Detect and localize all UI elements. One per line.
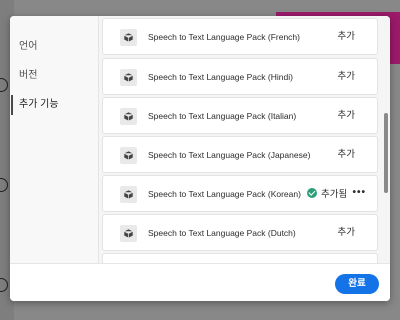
package-name: Speech to Text Language Pack (Italian) bbox=[148, 111, 297, 121]
checkmark-circle-icon bbox=[307, 188, 317, 198]
add-button[interactable]: 추가 bbox=[338, 215, 355, 250]
add-ons-dialog: 언어 버전 추가 기능 Speech to Text Language Pack… bbox=[10, 16, 390, 301]
package-name: Speech to Text Language Pack (Dutch) bbox=[148, 228, 296, 238]
add-button[interactable]: 추가 bbox=[338, 137, 355, 172]
list-item: Speech to Text Language Pack (Hindi) 추가 bbox=[102, 58, 378, 95]
package-icon bbox=[120, 29, 137, 46]
package-name: Speech to Text Language Pack (Japanese) bbox=[148, 150, 311, 160]
installed-status-label: 추가됨 bbox=[321, 189, 348, 200]
add-ons-list-panel: Speech to Text Language Pack (French) 추가… bbox=[99, 16, 390, 263]
scrollbar-thumb[interactable] bbox=[384, 113, 388, 193]
sidebar-item-add-ons[interactable]: 추가 기능 bbox=[10, 93, 98, 117]
package-name: Speech to Text Language Pack (French) bbox=[148, 32, 300, 42]
add-button[interactable]: 추가 bbox=[338, 98, 355, 133]
sidebar-item-version[interactable]: 버전 bbox=[10, 64, 98, 88]
list-item: Speech to Text Language Pack (Italian) 추… bbox=[102, 97, 378, 134]
package-icon bbox=[120, 147, 137, 164]
list-item bbox=[102, 253, 378, 263]
package-icon bbox=[120, 225, 137, 242]
list-item: Speech to Text Language Pack (Korean) 추가… bbox=[102, 175, 378, 212]
package-icon bbox=[120, 69, 137, 86]
list-item: Speech to Text Language Pack (French) 추가 bbox=[102, 18, 378, 55]
dialog-sidebar: 언어 버전 추가 기능 bbox=[10, 16, 99, 263]
add-button[interactable]: 추가 bbox=[338, 19, 355, 54]
package-name: Speech to Text Language Pack (Korean) bbox=[148, 189, 301, 199]
package-icon bbox=[120, 186, 137, 203]
done-button[interactable]: 완료 bbox=[335, 274, 379, 294]
dialog-footer: 완료 bbox=[10, 263, 390, 301]
list-scrollbar[interactable] bbox=[380, 16, 390, 263]
list-item: Speech to Text Language Pack (Japanese) … bbox=[102, 136, 378, 173]
installed-status: 추가됨 bbox=[307, 176, 347, 213]
list-item: Speech to Text Language Pack (Dutch) 추가 bbox=[102, 214, 378, 251]
add-button[interactable]: 추가 bbox=[338, 59, 355, 94]
package-name: Speech to Text Language Pack (Hindi) bbox=[148, 72, 293, 82]
more-options-icon[interactable]: ••• bbox=[352, 188, 366, 198]
package-icon bbox=[120, 108, 137, 125]
sidebar-item-language[interactable]: 언어 bbox=[10, 35, 98, 59]
